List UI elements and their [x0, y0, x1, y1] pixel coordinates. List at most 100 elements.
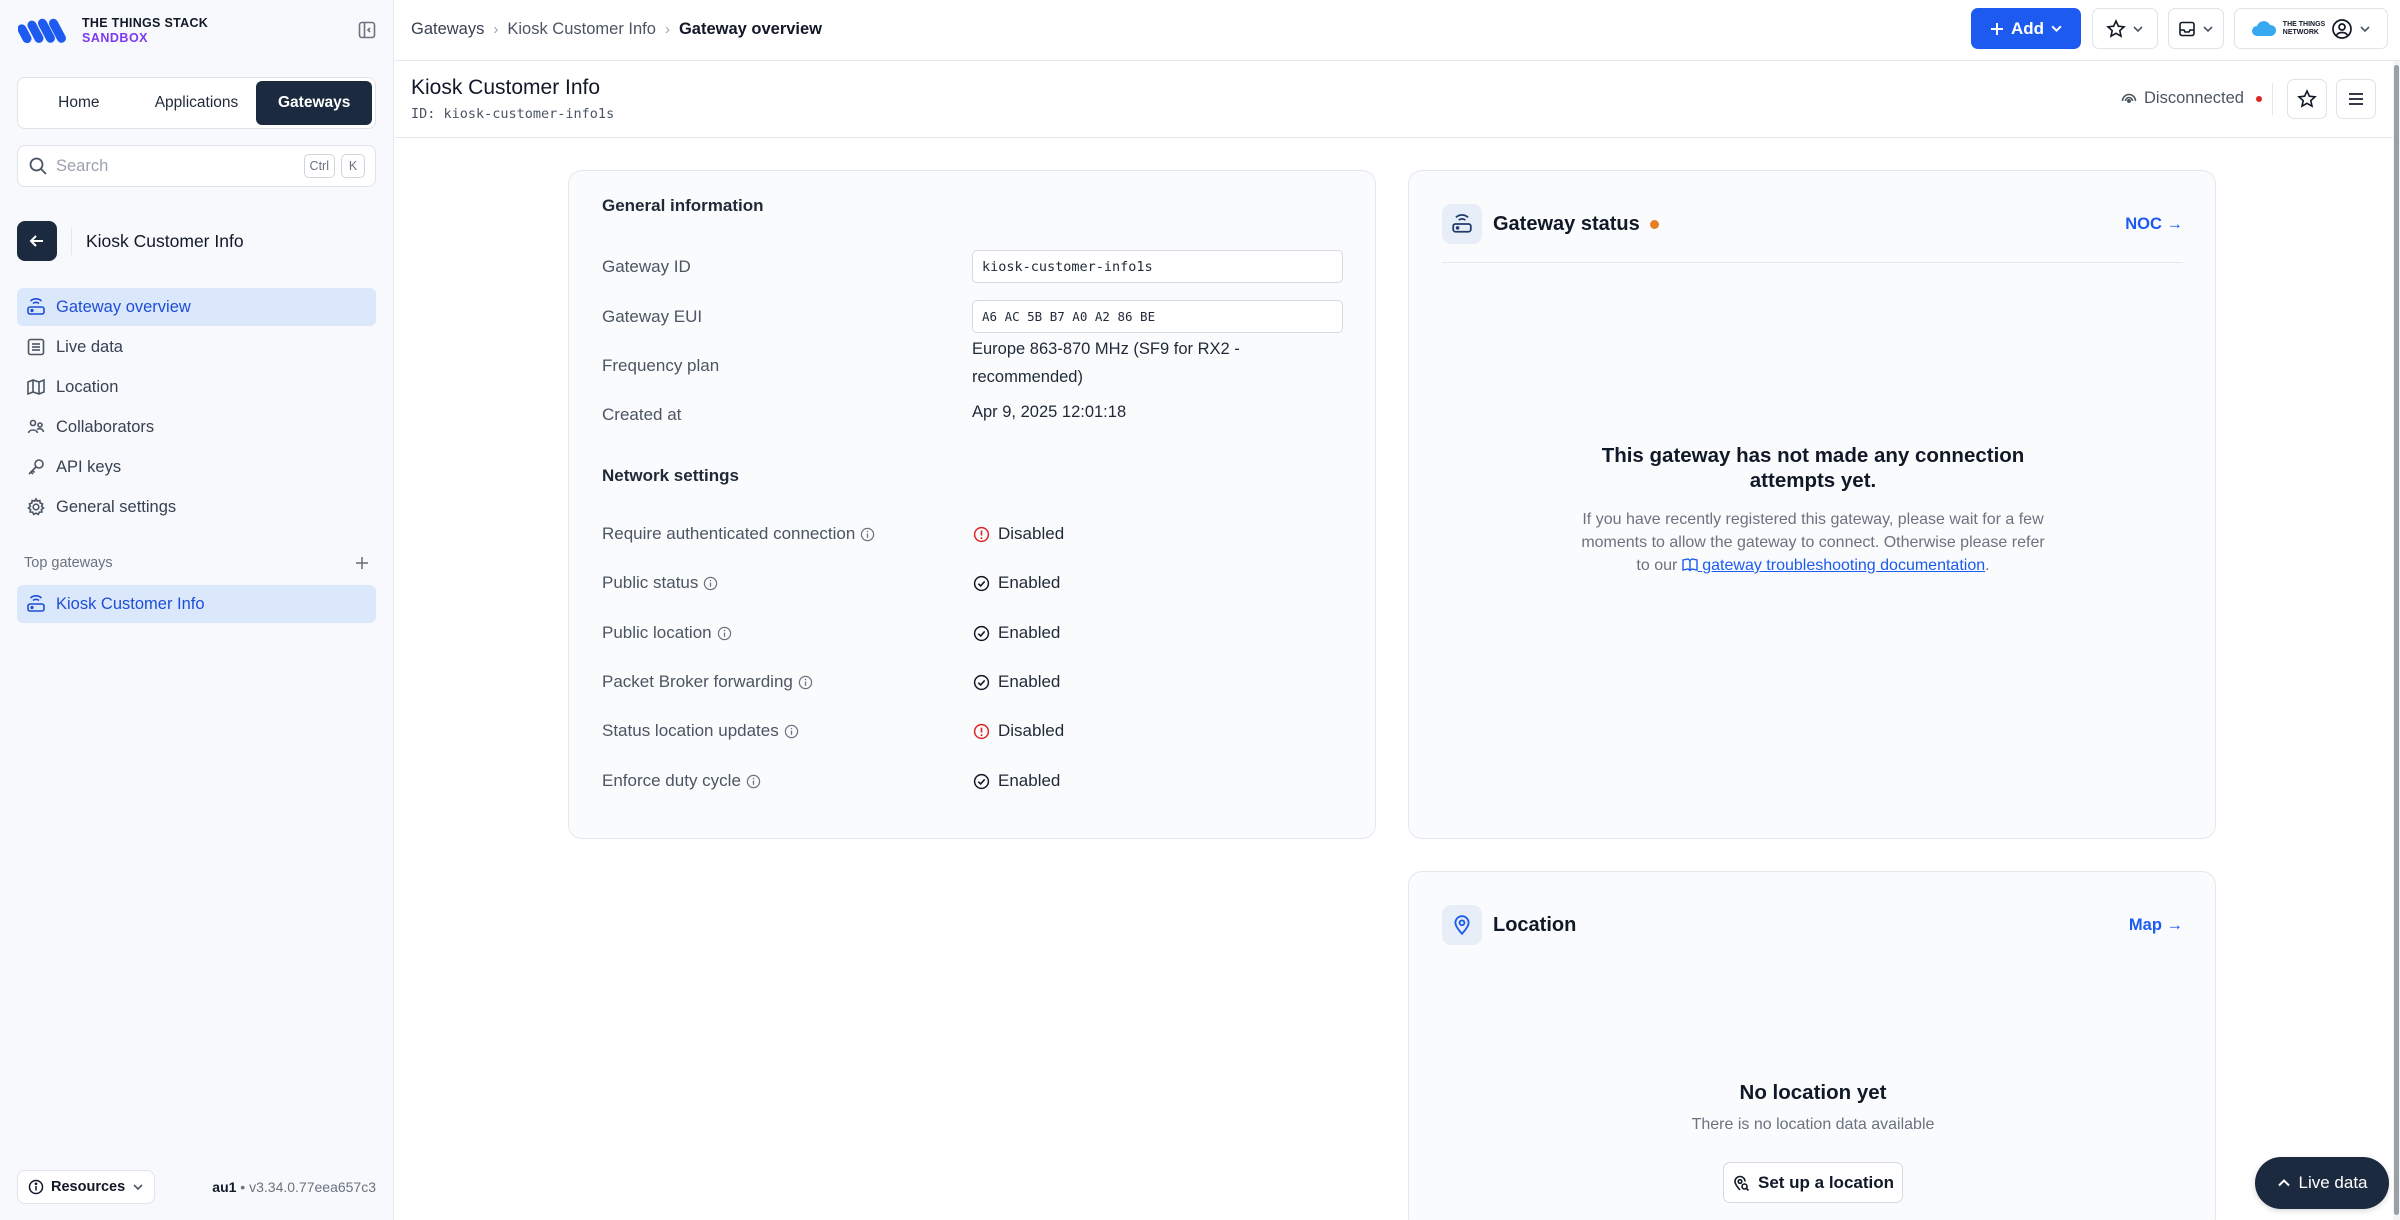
sidebar-item-api-keys[interactable]: API keys: [17, 448, 376, 486]
gear-icon: [27, 497, 45, 516]
info-icon[interactable]: [784, 724, 799, 739]
gateway-id-field[interactable]: kiosk-customer-info1s: [972, 250, 1343, 283]
menu-button[interactable]: [2336, 79, 2376, 119]
info-icon[interactable]: [860, 527, 875, 542]
network-setting-value: Enabled: [973, 672, 1060, 692]
error-circle-icon: [973, 526, 990, 542]
resources-label: Resources: [51, 1179, 126, 1195]
network-label-1: THE THINGS: [2282, 20, 2326, 28]
sidebar-item-gateway-overview[interactable]: Gateway overview: [17, 288, 376, 326]
hamburger-menu-icon: [2349, 93, 2363, 105]
top-gateway-item[interactable]: Kiosk Customer Info: [17, 585, 376, 623]
map-icon: [27, 378, 45, 396]
search-icon: [29, 157, 47, 175]
info-icon[interactable]: [798, 675, 813, 690]
gateway-eui-field[interactable]: A6 AC 5B B7 A0 A2 86 BE: [972, 300, 1343, 333]
sidebar-item-general-settings[interactable]: General settings: [17, 488, 376, 526]
page-header: Kiosk Customer Info ID: kiosk-customer-i…: [395, 61, 2400, 138]
status-dot: [2255, 95, 2262, 102]
empty-state-title: This gateway has not made any connection…: [1601, 444, 2025, 492]
notifications-button[interactable]: [2168, 8, 2224, 49]
frequency-plan-line-2: recommended): [972, 368, 1083, 386]
breadcrumb-gateways[interactable]: Gateways: [411, 20, 484, 39]
network-setting-label-text: Require authenticated connection: [602, 524, 856, 543]
check-circle-icon: [973, 625, 990, 641]
setup-location-button[interactable]: Set up a location: [1723, 1162, 1903, 1203]
brand-edition: SANDBOX: [82, 31, 149, 45]
error-circle-icon: [973, 723, 990, 739]
check-circle-icon: [973, 674, 990, 690]
user-circle-icon: [2332, 18, 2353, 39]
sidebar-collapse-icon[interactable]: [358, 21, 376, 39]
network-setting-label-text: Enforce duty cycle: [602, 771, 741, 790]
brand-logo[interactable]: THE THINGS STACK SANDBOX: [18, 16, 208, 46]
search-placeholder: Search: [56, 156, 109, 175]
info-icon[interactable]: [746, 774, 761, 789]
router-icon: [27, 298, 45, 315]
gateway-status-card: Gateway status NOC → This gateway has no…: [1408, 170, 2216, 839]
account-menu-button[interactable]: THE THINGS NETWORK: [2234, 8, 2388, 49]
add-button[interactable]: Add: [1971, 8, 2081, 49]
router-icon: [1442, 204, 1482, 244]
live-data-button[interactable]: Live data: [2255, 1157, 2389, 1209]
switcher-gateways[interactable]: Gateways: [256, 81, 373, 125]
network-setting-label: Public status: [602, 573, 718, 593]
shortcut-key-ctrl: Ctrl: [303, 154, 335, 178]
general-information-title: General information: [602, 196, 764, 215]
search-input[interactable]: Search Ctrl K: [17, 145, 376, 187]
map-link[interactable]: Map →: [2129, 916, 2183, 935]
top-gateways-header: Top gateways: [24, 555, 370, 571]
page-id: ID: kiosk-customer-info1s: [411, 106, 615, 122]
bookmark-button[interactable]: [2287, 79, 2327, 119]
noc-link[interactable]: NOC →: [2125, 215, 2183, 234]
empty-state-tail: .: [1985, 557, 1990, 574]
plus-icon: [1990, 22, 2003, 35]
bookmarks-button[interactable]: [2092, 8, 2158, 49]
sidebar-item-location[interactable]: Location: [17, 368, 376, 406]
sidebar-item-collaborators[interactable]: Collaborators: [17, 408, 376, 446]
plus-icon[interactable]: [354, 555, 370, 571]
network-setting-value: Disabled: [973, 721, 1064, 741]
network-setting-value-text: Enabled: [998, 623, 1061, 642]
resources-button[interactable]: Resources: [17, 1170, 156, 1204]
sidebar-item-live-data[interactable]: Live data: [17, 328, 376, 366]
brand-name: THE THINGS STACK: [82, 16, 209, 30]
breadcrumb: Gateways › Kiosk Customer Info › Gateway…: [411, 20, 822, 39]
scroll-thumb[interactable]: [2394, 65, 2399, 1215]
info-icon[interactable]: [717, 626, 732, 641]
sidebar-footer: Resources au1 • v3.34.0.77eea657c3: [17, 1170, 376, 1204]
arrow-left-icon: [29, 235, 43, 247]
top-gateway-label: Kiosk Customer Info: [56, 594, 205, 613]
network-setting-label: Require authenticated connection: [602, 524, 875, 544]
users-icon: [27, 419, 45, 434]
info-icon[interactable]: [703, 576, 718, 591]
chevron-down-icon: [2051, 25, 2062, 33]
network-setting-label: Status location updates: [602, 721, 799, 741]
gateway-id-label: Gateway ID: [602, 257, 691, 276]
breadcrumb-gateway[interactable]: Kiosk Customer Info: [507, 20, 656, 39]
gateway-status-title: Gateway status: [1493, 213, 1659, 236]
switcher-home[interactable]: Home: [21, 81, 137, 125]
page-title: Kiosk Customer Info: [411, 76, 601, 99]
location-empty-title: No location yet: [1739, 1081, 1887, 1104]
network-setting-value-text: Disabled: [998, 524, 1065, 543]
signal-icon: [2121, 93, 2137, 103]
chevron-down-icon: [2360, 25, 2370, 32]
key-icon: [28, 459, 44, 475]
scrollbar[interactable]: [2393, 61, 2400, 1220]
empty-state-text: If you have recently registered this gat…: [1579, 508, 2047, 577]
gateway-status-title-text: Gateway status: [1493, 213, 1640, 235]
gateway-eui-label: Gateway EUI: [602, 307, 703, 326]
switcher-applications[interactable]: Applications: [139, 81, 255, 125]
back-button[interactable]: [17, 221, 57, 261]
chevron-down-icon: [133, 1184, 143, 1191]
book-icon: [1682, 558, 1698, 572]
cluster-name: au1: [212, 1179, 237, 1195]
live-data-label: Live data: [2298, 1173, 2368, 1192]
location-empty-text: There is no location data available: [1691, 1116, 1935, 1133]
sidebar-nav: Gateway overview Live data Location Coll…: [17, 288, 376, 528]
star-icon: [2106, 18, 2126, 38]
sidebar: THE THINGS STACK SANDBOX Home Applicatio…: [0, 0, 394, 1220]
check-circle-icon: [973, 773, 990, 789]
troubleshooting-doc-link[interactable]: gateway troubleshooting documentation: [1682, 557, 1985, 574]
